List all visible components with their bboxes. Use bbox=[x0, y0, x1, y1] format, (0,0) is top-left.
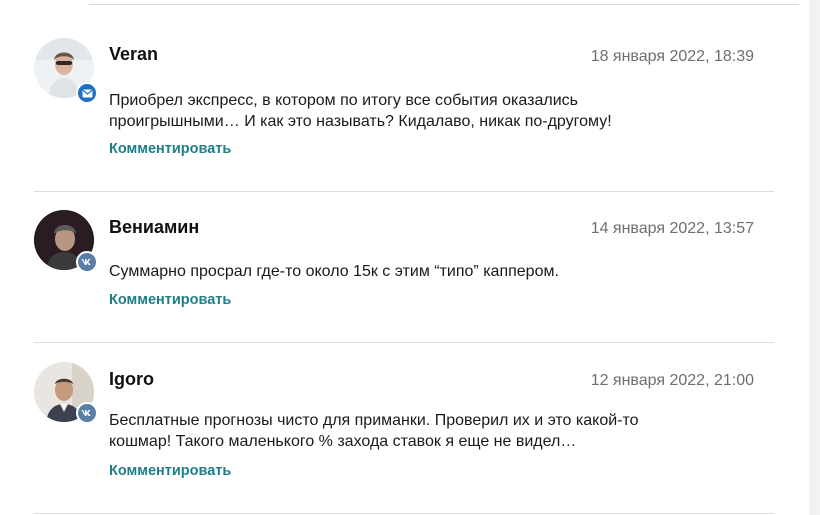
comment-divider bbox=[34, 342, 774, 343]
comment-author[interactable]: Вениамин bbox=[109, 217, 199, 238]
comment-divider bbox=[34, 191, 774, 192]
scroll-gutter bbox=[809, 0, 820, 515]
comment-reply-link[interactable]: Комментировать bbox=[109, 292, 231, 308]
vk-icon bbox=[76, 251, 98, 273]
comment-author[interactable]: Veran bbox=[109, 44, 158, 65]
comment-reply-link[interactable]: Комментировать bbox=[109, 141, 231, 157]
vk-icon bbox=[76, 402, 98, 424]
comment-author[interactable]: Igoro bbox=[109, 369, 154, 390]
comment-reply-link[interactable]: Комментировать bbox=[109, 463, 231, 479]
comment-text: Приобрел экспресс, в котором по итогу вс… bbox=[109, 92, 612, 130]
comment-item: Igoro 12 января 2022, 21:00 Бесплатные п… bbox=[34, 362, 774, 515]
comment-date: 12 января 2022, 21:00 bbox=[590, 372, 754, 389]
comment-date: 14 января 2022, 13:57 bbox=[590, 220, 754, 237]
comment-text: Суммарно просрал где-то около 15к с этим… bbox=[109, 263, 559, 280]
comment-divider bbox=[34, 513, 774, 514]
top-divider bbox=[89, 4, 799, 5]
comment-item: Вениамин 14 января 2022, 13:57 Суммарно … bbox=[34, 210, 774, 343]
mail-icon bbox=[76, 82, 98, 104]
comment-text: Бесплатные прогнозы чисто для приманки. … bbox=[109, 412, 639, 450]
comment-date: 18 января 2022, 18:39 bbox=[590, 48, 754, 65]
comment-item: Veran 18 января 2022, 18:39 Приобрел экс… bbox=[34, 38, 774, 192]
